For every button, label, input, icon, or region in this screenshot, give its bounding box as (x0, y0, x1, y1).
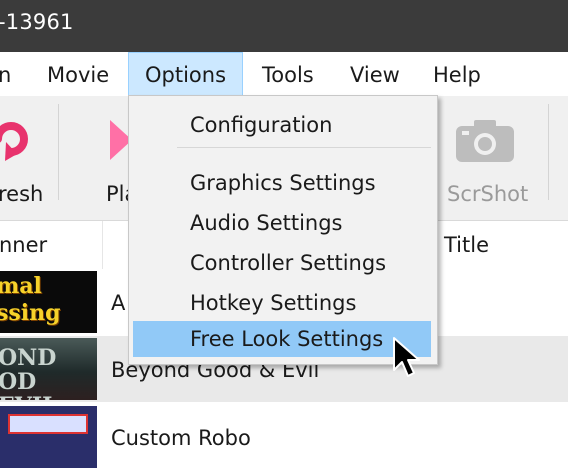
menu-emulation[interactable]: n (0, 52, 17, 96)
game-banner (0, 406, 97, 468)
column-title[interactable]: Title (444, 233, 489, 257)
window-title: -13961 (0, 10, 74, 34)
column-banner[interactable]: nner (0, 233, 47, 257)
menu-view[interactable]: View (344, 52, 406, 96)
banner-art (8, 414, 88, 434)
menu-options[interactable]: Options (128, 52, 243, 96)
game-banner: OND OD EVIL (0, 338, 97, 400)
menu-item-hotkey-settings[interactable]: Hotkey Settings (133, 285, 431, 321)
menu-bar: n Movie Options Tools View Help (0, 52, 568, 96)
column-divider[interactable] (102, 221, 103, 269)
camera-icon (456, 120, 514, 162)
refresh-button[interactable]: resh (0, 96, 56, 220)
menu-item-controller-settings[interactable]: Controller Settings (133, 245, 431, 281)
mouse-cursor-icon (393, 337, 420, 377)
menu-item-free-look-settings[interactable]: Free Look Settings (133, 321, 431, 357)
refresh-icon (0, 122, 28, 161)
menu-item-audio-settings[interactable]: Audio Settings (133, 205, 431, 241)
options-dropdown: Configuration Graphics Settings Audio Se… (128, 95, 438, 365)
game-banner: mal ssing (0, 271, 97, 333)
menu-item-configuration[interactable]: Configuration (133, 107, 431, 143)
menu-item-graphics-settings[interactable]: Graphics Settings (133, 165, 431, 201)
menu-separator (177, 147, 431, 148)
screenshot-label: ScrShot (447, 182, 529, 206)
menu-movie[interactable]: Movie (41, 52, 115, 96)
toolbar-separator (548, 104, 549, 200)
refresh-label: resh (0, 182, 44, 206)
game-title: A (111, 291, 126, 315)
game-title: Custom Robo (111, 426, 251, 450)
screenshot-button[interactable]: ScrShot (440, 96, 540, 220)
menu-help[interactable]: Help (427, 52, 487, 96)
menu-tools[interactable]: Tools (256, 52, 320, 96)
game-row[interactable]: Custom Robo (0, 404, 568, 470)
title-bar: -13961 (0, 0, 568, 52)
toolbar-separator (58, 104, 59, 200)
banner-text: OND OD EVIL (0, 345, 58, 400)
banner-text: mal ssing (0, 273, 61, 326)
